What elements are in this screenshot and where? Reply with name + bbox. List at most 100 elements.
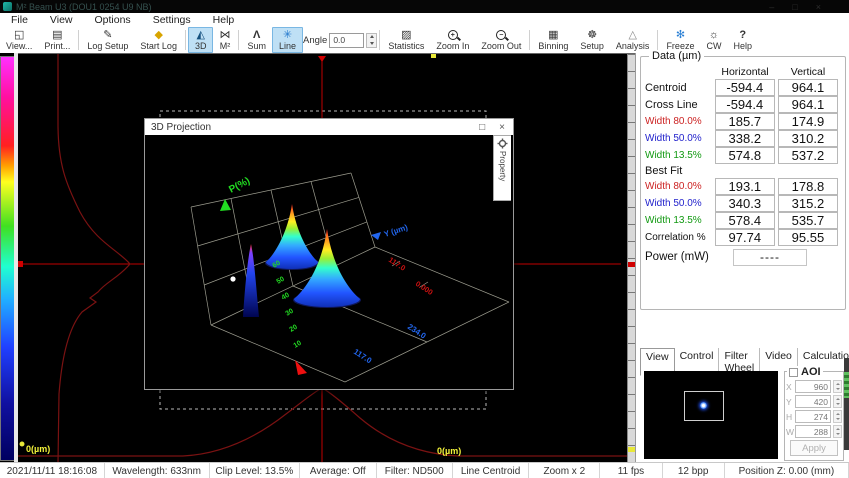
aoi-h-input[interactable]: 274 [795, 410, 831, 423]
table-row: Correlation % 97.74 95.55 [643, 229, 841, 246]
sum-icon: Λ [253, 29, 260, 41]
app-icon [3, 2, 12, 11]
aoi-field-y: Y 420 [786, 395, 842, 408]
zoom-in-icon: + [448, 29, 458, 41]
help-icon: ? [739, 29, 746, 41]
analysis-icon: △ [628, 29, 636, 41]
angle-label: Angle [303, 35, 327, 46]
axis-origin-arrow [295, 360, 307, 375]
aoi-y-input[interactable]: 420 [795, 395, 831, 408]
projection-title: 3D Projection [151, 122, 211, 133]
right-ruler[interactable] [627, 54, 635, 463]
zoom-out-button[interactable]: − Zoom Out [475, 27, 527, 53]
aoi-checkbox[interactable] [789, 368, 798, 377]
start-log-button[interactable]: ◆ Start Log [134, 27, 183, 53]
log-setup-button[interactable]: ✎ Log Setup [81, 27, 134, 53]
toolbar: ◱ View... ▤ Print... ✎ Log Setup ◆ Start… [0, 27, 849, 54]
panel-scrollbar[interactable] [844, 358, 849, 450]
left-origin-dot [20, 442, 25, 447]
aoi-h-spinner[interactable] [833, 410, 842, 423]
application-window: M² Beam U3 (DOU1 0254 U9 NB) – □ × File … [0, 0, 849, 478]
property-tab-label: Property [498, 151, 507, 181]
title-bar: M² Beam U3 (DOU1 0254 U9 NB) – □ × [0, 0, 849, 13]
apply-button[interactable]: Apply [790, 440, 838, 456]
print-button[interactable]: ▤ Print... [38, 27, 76, 53]
line-button[interactable]: ✳ Line [272, 27, 303, 53]
zoom-in-button[interactable]: + Zoom In [430, 27, 475, 53]
angle-input[interactable]: 0.0 [329, 33, 364, 48]
aoi-w-input[interactable]: 288 [795, 425, 831, 438]
aoi-x-input[interactable]: 960 [795, 380, 831, 393]
aoi-label: AOI [801, 366, 821, 378]
svg-text:20: 20 [289, 324, 299, 334]
m2-button[interactable]: ⋈ M² [213, 27, 236, 53]
menu-options[interactable]: Options [84, 14, 142, 26]
help-button[interactable]: ? Help [727, 27, 758, 53]
statistics-icon: ▨ [401, 29, 411, 41]
statistics-button[interactable]: ▨ Statistics [382, 27, 430, 53]
status-bar: 2021/11/11 18:16:08 Wavelength: 633nm Cl… [0, 462, 849, 478]
projection-3d-button[interactable]: ◭ 3D [188, 27, 214, 53]
close-icon[interactable]: × [816, 2, 821, 12]
zoom-out-icon: − [496, 29, 506, 41]
aoi-w-spinner[interactable] [833, 425, 842, 438]
scrollbar-thumb[interactable] [844, 372, 849, 398]
menu-settings[interactable]: Settings [142, 14, 202, 26]
projection-3d-graphics: P(%) 60 50 40 30 20 10 Y (µm) [145, 135, 511, 387]
menu-help[interactable]: Help [202, 14, 246, 26]
aoi-groupbox: AOI X 960 Y 420 H 274 W 288 [784, 371, 844, 461]
projection-title-bar[interactable]: 3D Projection □ × [145, 119, 513, 135]
property-tab[interactable]: Property [493, 135, 511, 201]
window-title: M² Beam U3 (DOU1 0254 U9 NB) [16, 2, 152, 12]
status-bpp: 12 bpp [663, 463, 725, 478]
origin-label-left: 0(µm) [26, 444, 50, 454]
binning-button[interactable]: ▦ Binning [532, 27, 574, 53]
aoi-field-x: X 960 [786, 380, 842, 393]
svg-text:117.0: 117.0 [387, 255, 407, 273]
menu-view[interactable]: View [39, 14, 84, 26]
crosshair-top-marker [318, 56, 326, 62]
m2-icon: ⋈ [219, 29, 230, 41]
projection-3d-window[interactable]: 3D Projection □ × [144, 118, 514, 390]
cw-icon: ☼ [709, 29, 719, 41]
aoi-y-spinner[interactable] [833, 395, 842, 408]
camera-preview[interactable] [644, 371, 778, 459]
status-average: Average: Off [300, 463, 376, 478]
view-icon: ◱ [14, 29, 24, 41]
table-section-header: Best Fit [643, 164, 841, 178]
svg-text:117.0: 117.0 [352, 347, 374, 366]
data-group-title: Data (µm) [649, 50, 704, 62]
side-projection-ridge [243, 244, 259, 317]
y-axis-label: Y (µm) [383, 223, 409, 239]
freeze-icon: ✻ [676, 29, 685, 41]
projection-3d-plot[interactable]: P(%) 60 50 40 30 20 10 Y (µm) [145, 135, 511, 387]
menu-bar: File View Options Settings Help [0, 13, 849, 27]
sum-button[interactable]: Λ Sum [241, 27, 272, 53]
table-row: Cross Line -594.4 964.1 [643, 96, 841, 113]
z-axis-label: P(%) [227, 175, 252, 195]
power-value: ---- [733, 249, 807, 266]
cw-button[interactable]: ☼ CW [700, 27, 727, 53]
setup-button[interactable]: ☸ Setup [574, 27, 610, 53]
angle-spinner[interactable] [366, 33, 377, 48]
status-filter: Filter: ND500 [377, 463, 453, 478]
projection-close-icon[interactable]: × [499, 122, 505, 133]
projection-maximize-icon[interactable]: □ [479, 122, 485, 133]
aoi-x-spinner[interactable] [833, 380, 842, 393]
table-row: Width 80.0% 193.1 178.8 [643, 178, 841, 195]
minimize-icon[interactable]: – [769, 2, 774, 12]
status-zoom: Zoom x 2 [529, 463, 600, 478]
status-datetime: 2021/11/11 18:16:08 [0, 463, 105, 478]
menu-file[interactable]: File [0, 14, 39, 26]
view-button[interactable]: ◱ View... [0, 27, 38, 53]
col-header-vertical: Vertical [778, 66, 838, 78]
table-row: Width 13.5% 578.4 535.7 [643, 212, 841, 229]
vertical-profile-curve [58, 54, 130, 463]
maximize-icon[interactable]: □ [792, 2, 797, 12]
log-setup-icon: ✎ [103, 29, 112, 41]
data-table: Horizontal Vertical Centroid -594.4 964.… [643, 65, 841, 266]
power-label: Power (mW) [643, 251, 733, 263]
ruler-yellow-marker [628, 447, 635, 452]
top-yellow-tick [431, 54, 436, 58]
beam-peak-1 [266, 204, 318, 269]
